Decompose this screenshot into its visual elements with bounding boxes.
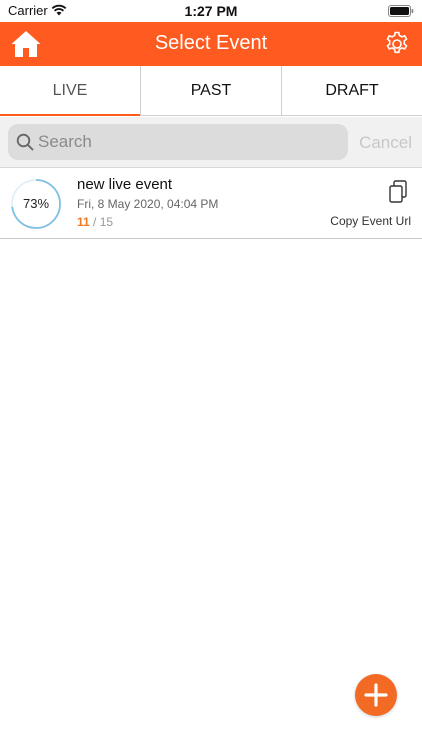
search-icon — [16, 133, 34, 151]
event-date: Fri, 8 May 2020, 04:04 PM — [77, 197, 219, 211]
event-count: 11 / 15 — [77, 215, 113, 229]
clock: 1:27 PM — [184, 3, 238, 19]
cancel-button[interactable]: Cancel — [359, 133, 412, 153]
search-bar: Cancel — [0, 117, 422, 167]
copy-icon[interactable] — [388, 180, 408, 204]
event-tabs: LIVE PAST DRAFT — [0, 66, 422, 116]
copy-event-url-button[interactable]: Copy Event Url — [330, 214, 411, 228]
status-bar: Carrier 1:27 PM — [0, 0, 422, 22]
battery-icon — [388, 5, 414, 17]
tab-past[interactable]: PAST — [140, 66, 281, 116]
tab-draft[interactable]: DRAFT — [281, 66, 422, 116]
count-separator: / — [89, 215, 100, 229]
event-name: new live event — [77, 176, 173, 193]
add-event-button[interactable] — [355, 674, 397, 716]
plus-icon — [364, 683, 388, 707]
tab-live[interactable]: LIVE — [0, 66, 140, 116]
search-input[interactable] — [38, 124, 338, 160]
gear-icon[interactable] — [384, 31, 410, 57]
count-total: 15 — [99, 215, 114, 229]
search-field[interactable] — [8, 124, 348, 160]
progress-percent: 73% — [22, 196, 50, 211]
event-list-item[interactable]: 73% new live event Fri, 8 May 2020, 04:0… — [0, 167, 422, 239]
count-done: 11 — [77, 215, 90, 229]
page-title: Select Event — [154, 32, 268, 54]
nav-bar: Select Event — [0, 22, 422, 66]
